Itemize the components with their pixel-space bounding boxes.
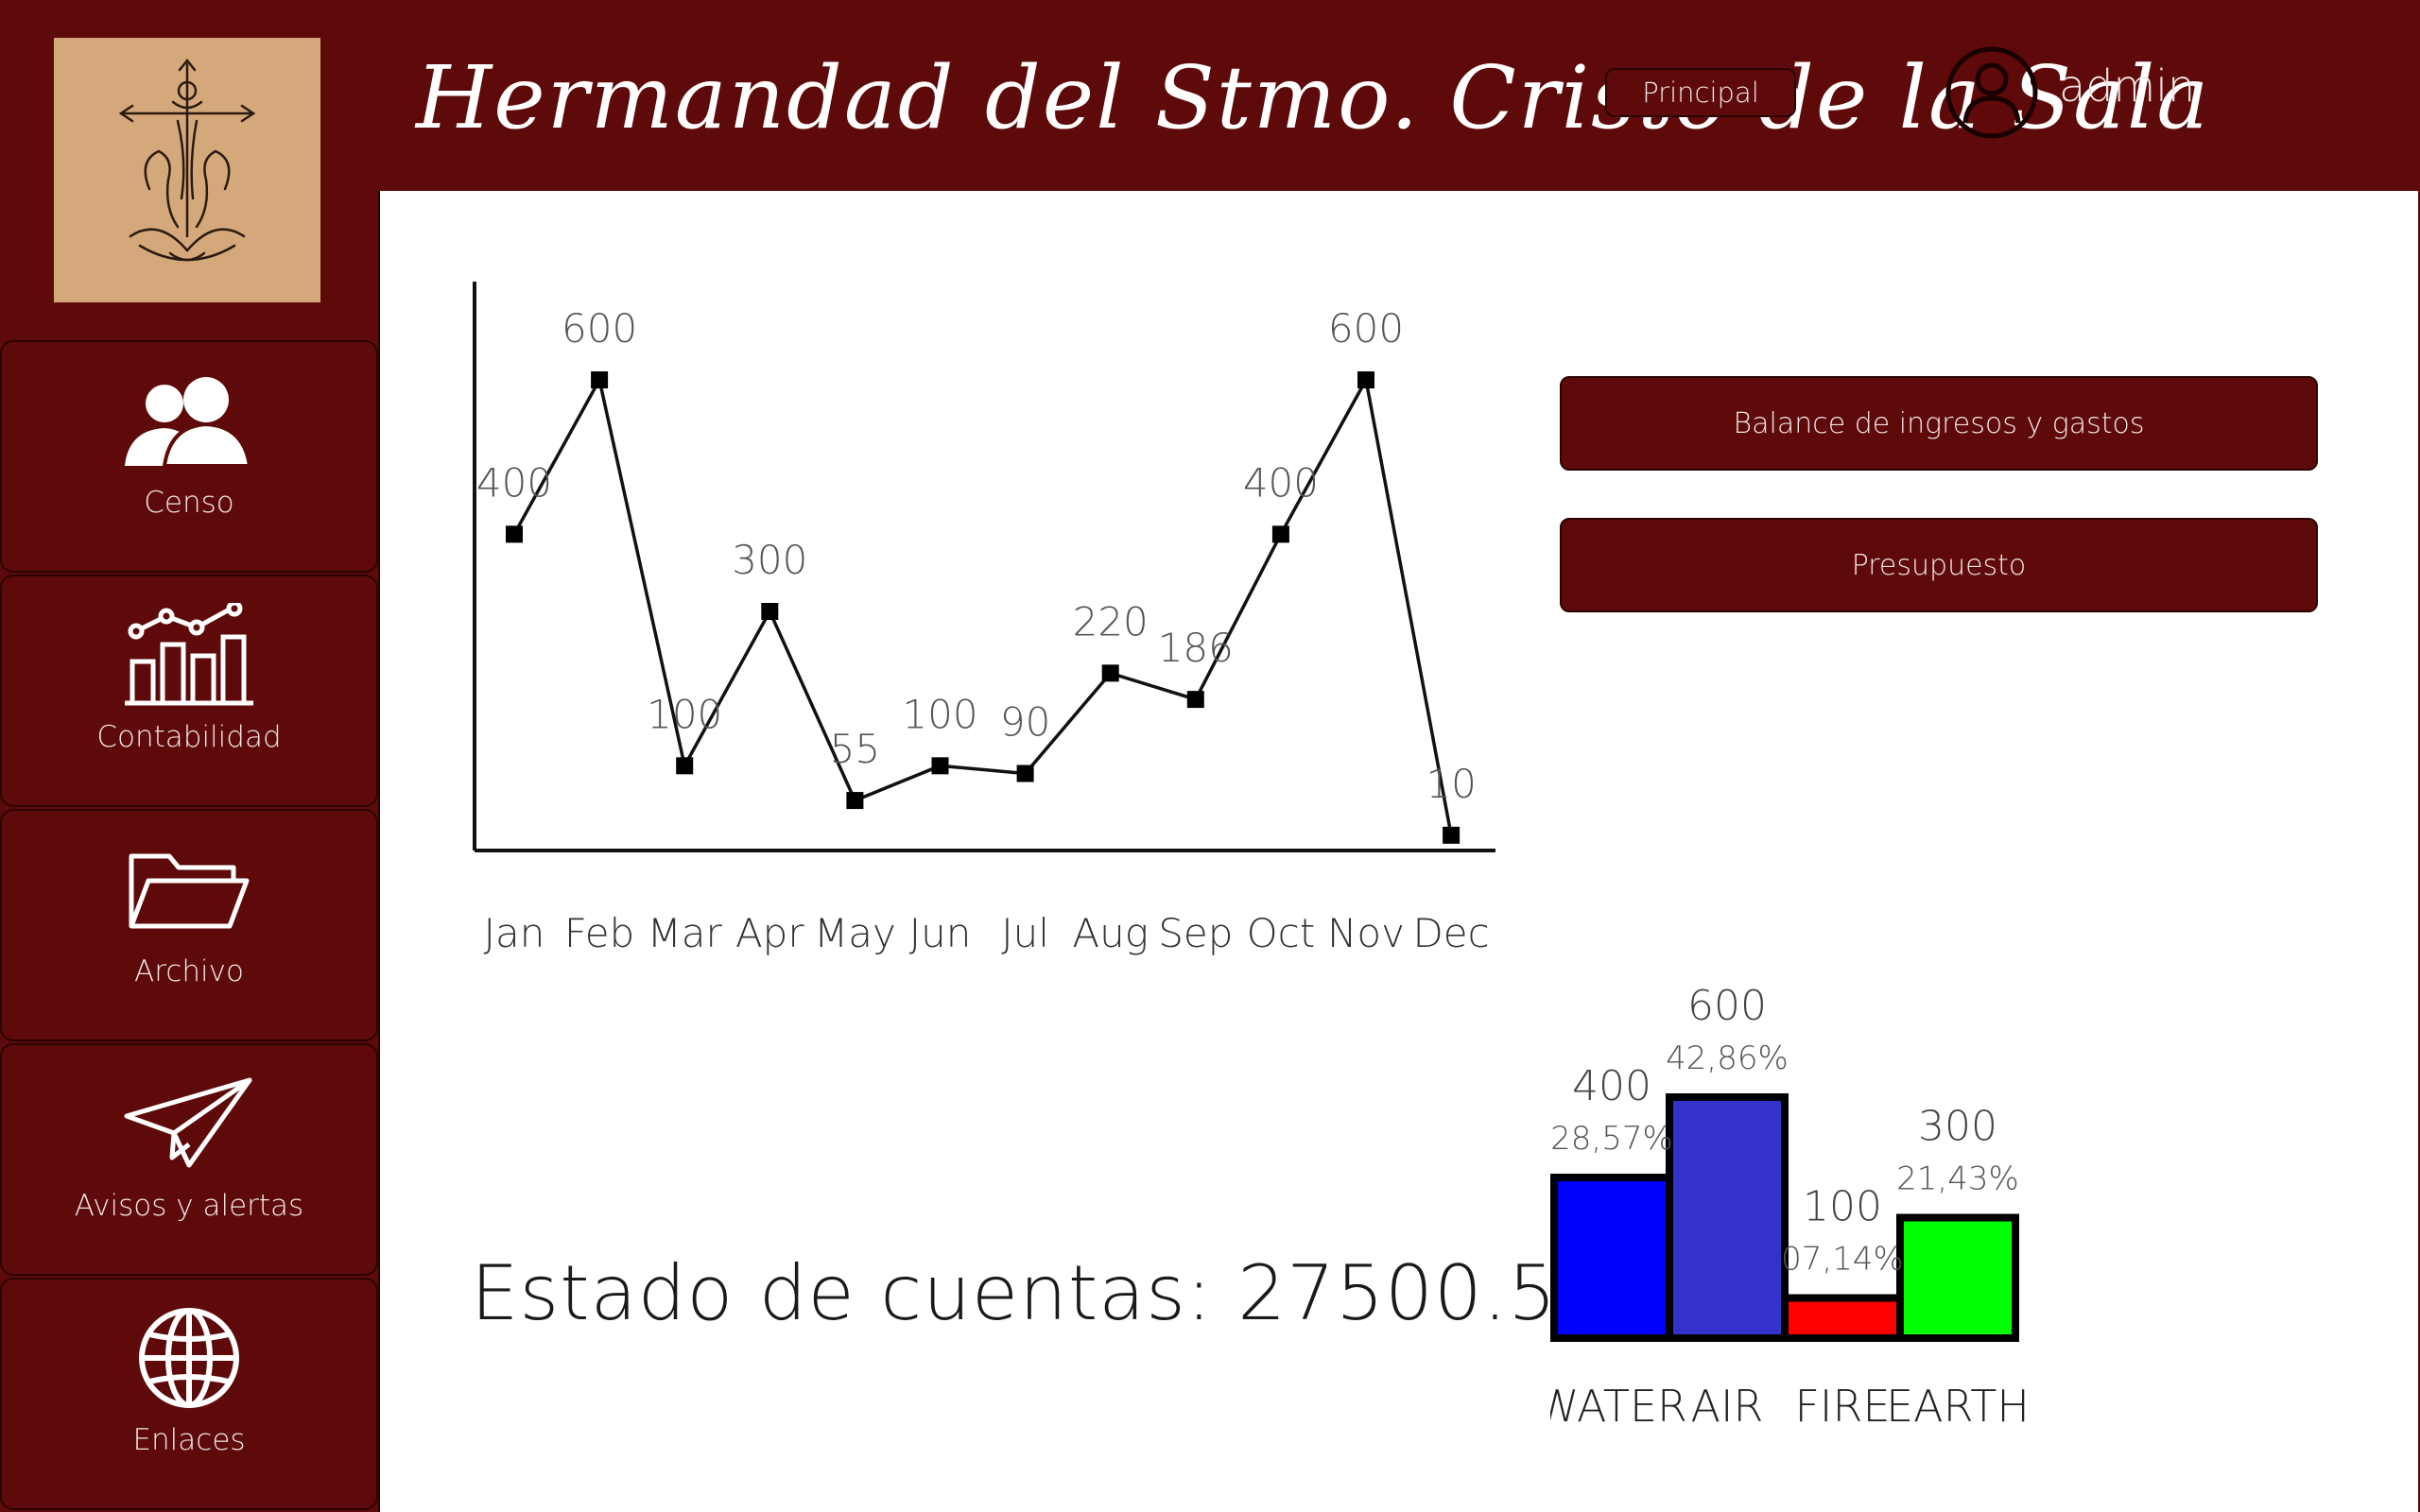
line-point bbox=[1357, 371, 1374, 388]
budget-button[interactable]: Presupuesto bbox=[1560, 518, 2318, 612]
bar-category-label: EARTH bbox=[1886, 1381, 2030, 1432]
line-point bbox=[1016, 765, 1034, 782]
line-point bbox=[1443, 826, 1461, 844]
sidebar-item-censo[interactable]: Censo bbox=[0, 340, 378, 573]
x-tick-label: Aug bbox=[1072, 910, 1149, 956]
point-value-label: 90 bbox=[1000, 699, 1050, 746]
sidebar-item-contabilidad[interactable]: Contabilidad bbox=[0, 575, 378, 807]
line-point bbox=[591, 371, 609, 388]
bar-percent-label: 42,86% bbox=[1666, 1040, 1789, 1077]
chart-icon bbox=[123, 603, 255, 707]
x-tick-label: Oct bbox=[1247, 910, 1316, 956]
globe-icon bbox=[123, 1306, 255, 1410]
bar-air bbox=[1666, 1093, 1789, 1342]
bar-value-label: 400 bbox=[1572, 1062, 1651, 1110]
x-tick-label: Jun bbox=[909, 910, 972, 956]
sidebar-item-archivo[interactable]: Archivo bbox=[0, 809, 378, 1041]
point-value-label: 55 bbox=[830, 726, 880, 772]
paper-plane-icon bbox=[123, 1072, 255, 1176]
x-tick-label: Jul bbox=[1001, 910, 1049, 956]
x-tick-label: Apr bbox=[735, 910, 804, 956]
bar-value-label: 600 bbox=[1687, 982, 1767, 1030]
bar-value-label: 300 bbox=[1918, 1103, 1997, 1151]
point-value-label: 100 bbox=[647, 691, 722, 737]
point-value-label: 300 bbox=[732, 537, 807, 583]
x-tick-label: May bbox=[814, 910, 896, 956]
bar-percent-label: 28,57% bbox=[1550, 1120, 1673, 1158]
line-point bbox=[1271, 525, 1289, 543]
sidebar-item-enlaces[interactable]: Enlaces bbox=[0, 1278, 378, 1510]
element-bar-chart: 400 28,57% WATER 600 42,86% AIR 100 07,14% FIRE 3… bbox=[1550, 982, 2030, 1432]
monthly-line-chart: 400 600 100 300 55 100 90 220186 400 600 10 Jan Feb… bbox=[473, 282, 1495, 956]
line-point bbox=[506, 525, 523, 543]
x-tick-label: Nov bbox=[1327, 910, 1405, 956]
x-tick-label: Sep bbox=[1158, 910, 1233, 956]
sidebar-item-label: Archivo bbox=[134, 954, 244, 988]
brand-title: Hermandad del Stmo. Cristo de la Sala bbox=[416, 46, 2211, 148]
point-value-label: 100 bbox=[902, 691, 977, 737]
sidebar-item-avisos[interactable]: Avisos y alertas bbox=[0, 1043, 378, 1276]
bar-category-label: AIR bbox=[1691, 1381, 1764, 1432]
balance-button[interactable]: Balance de ingresos y gastos bbox=[1560, 376, 2318, 471]
sidebar-item-label: Contabilidad bbox=[96, 720, 282, 754]
point-value-label: 600 bbox=[1328, 305, 1404, 352]
bar-percent-label: 21,43% bbox=[1896, 1160, 2019, 1198]
line-point bbox=[1186, 691, 1204, 709]
line-point bbox=[931, 757, 949, 775]
principal-button[interactable]: Principal bbox=[1605, 68, 1796, 117]
line-point bbox=[676, 757, 694, 775]
point-value-label: 400 bbox=[476, 459, 552, 506]
point-value-label: 600 bbox=[562, 305, 637, 352]
x-tick-label: Mar bbox=[648, 910, 723, 956]
bar-fire bbox=[1781, 1294, 1904, 1342]
brotherhood-logo bbox=[54, 38, 320, 302]
point-value-label: 10 bbox=[1426, 761, 1476, 807]
main-content: 400 600 100 300 55 100 90 220 186 400 600 10 Jan Feb… bbox=[378, 191, 2418, 1512]
bar-percent-label: 07,14% bbox=[1781, 1241, 1904, 1279]
line-point bbox=[846, 792, 864, 810]
bar-water bbox=[1550, 1174, 1673, 1342]
point-value-label: 186 bbox=[1158, 625, 1234, 671]
user-avatar-icon[interactable] bbox=[1945, 45, 2039, 140]
sidebar-item-label: Enlaces bbox=[132, 1423, 246, 1457]
point-value-label: 220 bbox=[1073, 598, 1149, 644]
bar-category-label: FIRE bbox=[1794, 1381, 1890, 1432]
x-tick-label: Feb bbox=[564, 910, 634, 956]
folder-icon bbox=[128, 837, 251, 941]
line-series bbox=[512, 374, 1453, 836]
sidebar-item-label: Avisos y alertas bbox=[74, 1189, 304, 1223]
line-point bbox=[761, 603, 779, 620]
account-balance: Estado de cuentas: 27500.5 € bbox=[471, 1249, 1632, 1337]
users-icon bbox=[123, 369, 255, 472]
crucifix-emblem-icon bbox=[118, 58, 256, 262]
user-name: admin bbox=[2059, 60, 2196, 112]
bar-earth bbox=[1896, 1213, 2019, 1342]
sidebar-item-label: Censo bbox=[144, 486, 234, 520]
bar-category-label: WATER bbox=[1550, 1381, 1687, 1432]
point-value-label: 400 bbox=[1243, 459, 1319, 506]
line-point bbox=[1101, 664, 1119, 682]
x-tick-label: Jan bbox=[484, 910, 545, 956]
bar-value-label: 100 bbox=[1803, 1183, 1882, 1231]
x-tick-label: Dec bbox=[1412, 910, 1489, 956]
